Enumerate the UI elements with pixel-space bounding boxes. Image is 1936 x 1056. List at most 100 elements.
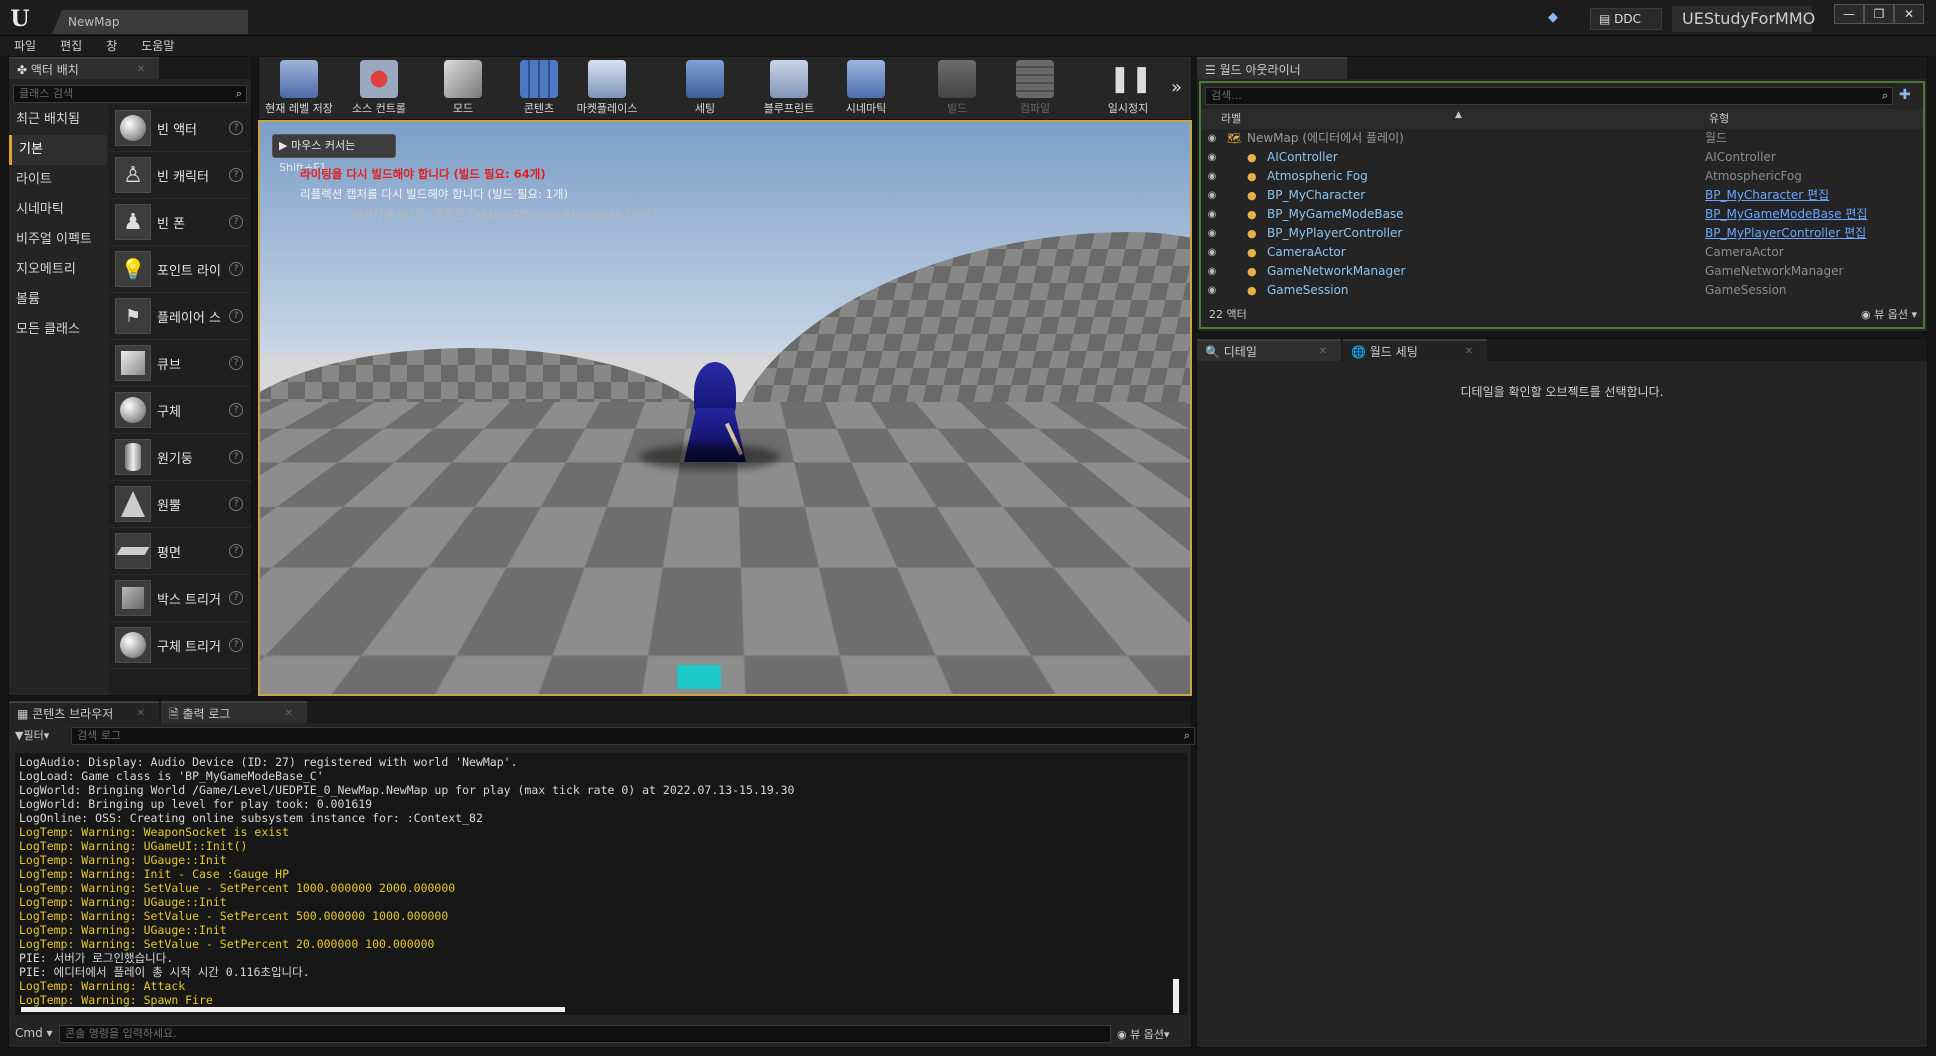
minimize-button[interactable]: — <box>1834 4 1864 24</box>
game-viewport[interactable]: ▶ 마우스 커서는 Shift+F1 라이팅을 다시 빌드해야 합니다 (빌드 … <box>258 120 1192 696</box>
category-recent[interactable]: 최근 배치됨 <box>9 105 107 135</box>
actor-item-point-light[interactable]: 💡 포인트 라이? <box>109 246 251 293</box>
cmd-dropdown[interactable]: Cmd ▾ <box>15 1026 53 1040</box>
help-icon[interactable]: ? <box>229 497 243 511</box>
visibility-eye-icon[interactable]: ◉ <box>1201 224 1223 243</box>
view-options-button[interactable]: ◉ 뷰 옵션 ▾ <box>1861 305 1917 325</box>
category-volumes[interactable]: 볼륨 <box>9 285 107 315</box>
outliner-search-input[interactable]: 검색... ⌕ <box>1205 87 1893 105</box>
column-label[interactable]: 라벨 <box>1221 109 1241 129</box>
edit-blueprint-link[interactable]: BP_MyCharacter 편집 <box>1705 186 1829 205</box>
actor-item-sphere[interactable]: 구체? <box>109 387 251 434</box>
outliner-row[interactable]: ◉ 🗺 NewMap (에디터에서 플레이) 월드 <box>1201 129 1923 148</box>
build-button[interactable]: 빌드 <box>931 57 983 121</box>
category-geometry[interactable]: 지오메트리 <box>9 255 107 285</box>
help-icon[interactable]: ? <box>229 262 243 276</box>
visibility-eye-icon[interactable]: ◉ <box>1201 205 1223 224</box>
actor-item-cube[interactable]: 큐브? <box>109 340 251 387</box>
menu-edit[interactable]: 편집 <box>46 36 92 56</box>
category-cinematic[interactable]: 시네마틱 <box>9 195 107 225</box>
visibility-eye-icon[interactable]: ◉ <box>1201 243 1223 262</box>
actor-item-empty-character[interactable]: ♙ 빈 캐릭터? <box>109 152 251 199</box>
class-search-input[interactable]: 클래스 검색 ⌕ <box>13 85 247 103</box>
help-icon[interactable]: ? <box>229 168 243 182</box>
log-search-input[interactable]: 검색 로그 ⌕ <box>71 727 1195 745</box>
help-icon[interactable]: ? <box>229 450 243 464</box>
actor-item-cylinder[interactable]: 원기둥? <box>109 434 251 481</box>
actor-item-empty-actor[interactable]: 빈 액터? <box>109 105 251 152</box>
help-icon[interactable]: ? <box>229 638 243 652</box>
shift-f1-hint[interactable]: ▶ 마우스 커서는 Shift+F1 <box>272 134 396 158</box>
tab-place-actors[interactable]: ✤ 액터 배치 ✕ <box>9 57 159 79</box>
menu-file[interactable]: 파일 <box>0 36 46 56</box>
help-icon[interactable]: ? <box>229 121 243 135</box>
visibility-eye-icon[interactable]: ◉ <box>1201 262 1223 281</box>
outliner-row[interactable]: ◉ ● AIController AIController <box>1201 148 1923 167</box>
modes-button[interactable]: 모드 <box>435 57 491 121</box>
log-vertical-scrollbar[interactable] <box>1173 979 1179 1013</box>
tab-details[interactable]: 🔍 디테일 ✕ <box>1197 339 1341 361</box>
actor-item-empty-pawn[interactable]: ♟ 빈 폰? <box>109 199 251 246</box>
filter-button[interactable]: ▼필터▾ <box>15 727 49 743</box>
help-icon[interactable]: ? <box>229 309 243 323</box>
content-button[interactable]: 콘텐츠 <box>513 57 565 121</box>
tab-output-log[interactable]: 🗎 출력 로그 ✕ <box>161 701 307 723</box>
tab-close-icon[interactable]: ✕ <box>1319 341 1327 363</box>
menu-window[interactable]: 창 <box>92 36 127 56</box>
visibility-eye-icon[interactable]: ◉ <box>1201 186 1223 205</box>
visibility-eye-icon[interactable]: ◉ <box>1201 167 1223 186</box>
outliner-row[interactable]: ◉ ● GameSession GameSession <box>1201 281 1923 300</box>
outliner-row[interactable]: ◉ ● BP_MyGameModeBase BP_MyGameModeBase 편집 <box>1201 205 1923 224</box>
visibility-eye-icon[interactable]: ◉ <box>1201 129 1223 148</box>
compile-button[interactable]: 컴파일 <box>1009 57 1061 121</box>
edit-blueprint-link[interactable]: BP_MyPlayerController 편집 <box>1705 224 1866 243</box>
log-horizontal-scrollbar[interactable] <box>21 1007 565 1012</box>
more-chevron-icon[interactable]: » <box>1171 77 1182 98</box>
help-icon[interactable]: ? <box>229 591 243 605</box>
tab-content-browser[interactable]: ▦ 콘텐츠 브라우저 ✕ <box>9 701 159 723</box>
tab-close-icon[interactable]: ✕ <box>137 703 145 725</box>
category-lights[interactable]: 라이트 <box>9 165 107 195</box>
visibility-eye-icon[interactable]: ◉ <box>1201 281 1223 300</box>
outliner-row[interactable]: ◉ ● CameraActor CameraActor <box>1201 243 1923 262</box>
visibility-eye-icon[interactable]: ◉ <box>1201 148 1223 167</box>
category-visual-effects[interactable]: 비주얼 이펙트 <box>9 225 107 255</box>
tab-close-icon[interactable]: ✕ <box>1465 341 1473 363</box>
menu-help[interactable]: 도움말 <box>127 36 184 56</box>
help-icon[interactable]: ? <box>229 544 243 558</box>
source-control-button[interactable]: 소스 컨트롤 <box>343 57 415 121</box>
actor-item-player-start[interactable]: ⚑ 플레이어 스? <box>109 293 251 340</box>
category-all-classes[interactable]: 모든 클래스 <box>9 315 107 345</box>
learn-icon[interactable]: ◆ <box>1548 10 1566 26</box>
actor-item-box-trigger[interactable]: 박스 트리거? <box>109 575 251 622</box>
help-icon[interactable]: ? <box>229 403 243 417</box>
tab-world-settings[interactable]: 🌐 월드 세팅 ✕ <box>1343 339 1487 361</box>
console-input[interactable]: 콘솔 명령을 입력하세요. <box>59 1025 1111 1043</box>
document-tab[interactable]: NewMap <box>52 10 248 34</box>
pause-button[interactable]: ❚❚ 일시정지 <box>1097 57 1159 121</box>
marketplace-button[interactable]: 마켓플레이스 <box>571 57 643 121</box>
help-icon[interactable]: ? <box>229 215 243 229</box>
outliner-row[interactable]: ◉ ● BP_MyPlayerController BP_MyPlayerContro… <box>1201 224 1923 243</box>
log-output[interactable]: LogAudio: Display: Audio Device (ID: 27)… <box>15 753 1187 1015</box>
tab-world-outliner[interactable]: ☰ 월드 아웃라이너 <box>1197 57 1347 79</box>
blueprints-button[interactable]: 블루프린트 <box>753 57 825 121</box>
add-folder-icon[interactable]: ✚ <box>1899 87 1919 105</box>
column-type[interactable]: 유형 <box>1709 109 1729 129</box>
close-button[interactable]: ✕ <box>1894 4 1924 24</box>
cinematics-button[interactable]: 시네마틱 <box>835 57 897 121</box>
save-level-button[interactable]: 현재 레벨 저장 <box>263 57 335 121</box>
category-basic[interactable]: 기본 <box>9 135 107 165</box>
ddc-button[interactable]: ▤ DDC <box>1590 8 1662 30</box>
settings-button[interactable]: 세팅 <box>679 57 731 121</box>
actor-item-cone[interactable]: 원뿔? <box>109 481 251 528</box>
tab-close-icon[interactable]: ✕ <box>137 59 145 81</box>
maximize-button[interactable]: ❐ <box>1864 4 1894 24</box>
edit-blueprint-link[interactable]: BP_MyGameModeBase 편집 <box>1705 205 1867 224</box>
actor-item-sphere-trigger[interactable]: 구체 트리거? <box>109 622 251 669</box>
outliner-row[interactable]: ◉ ● BP_MyCharacter BP_MyCharacter 편집 <box>1201 186 1923 205</box>
outliner-row[interactable]: ◉ ● GameNetworkManager GameNetworkManager <box>1201 262 1923 281</box>
help-icon[interactable]: ? <box>229 356 243 370</box>
actor-item-plane[interactable]: 평면? <box>109 528 251 575</box>
log-view-options-button[interactable]: ◉ 뷰 옵션▾ <box>1117 1026 1170 1042</box>
